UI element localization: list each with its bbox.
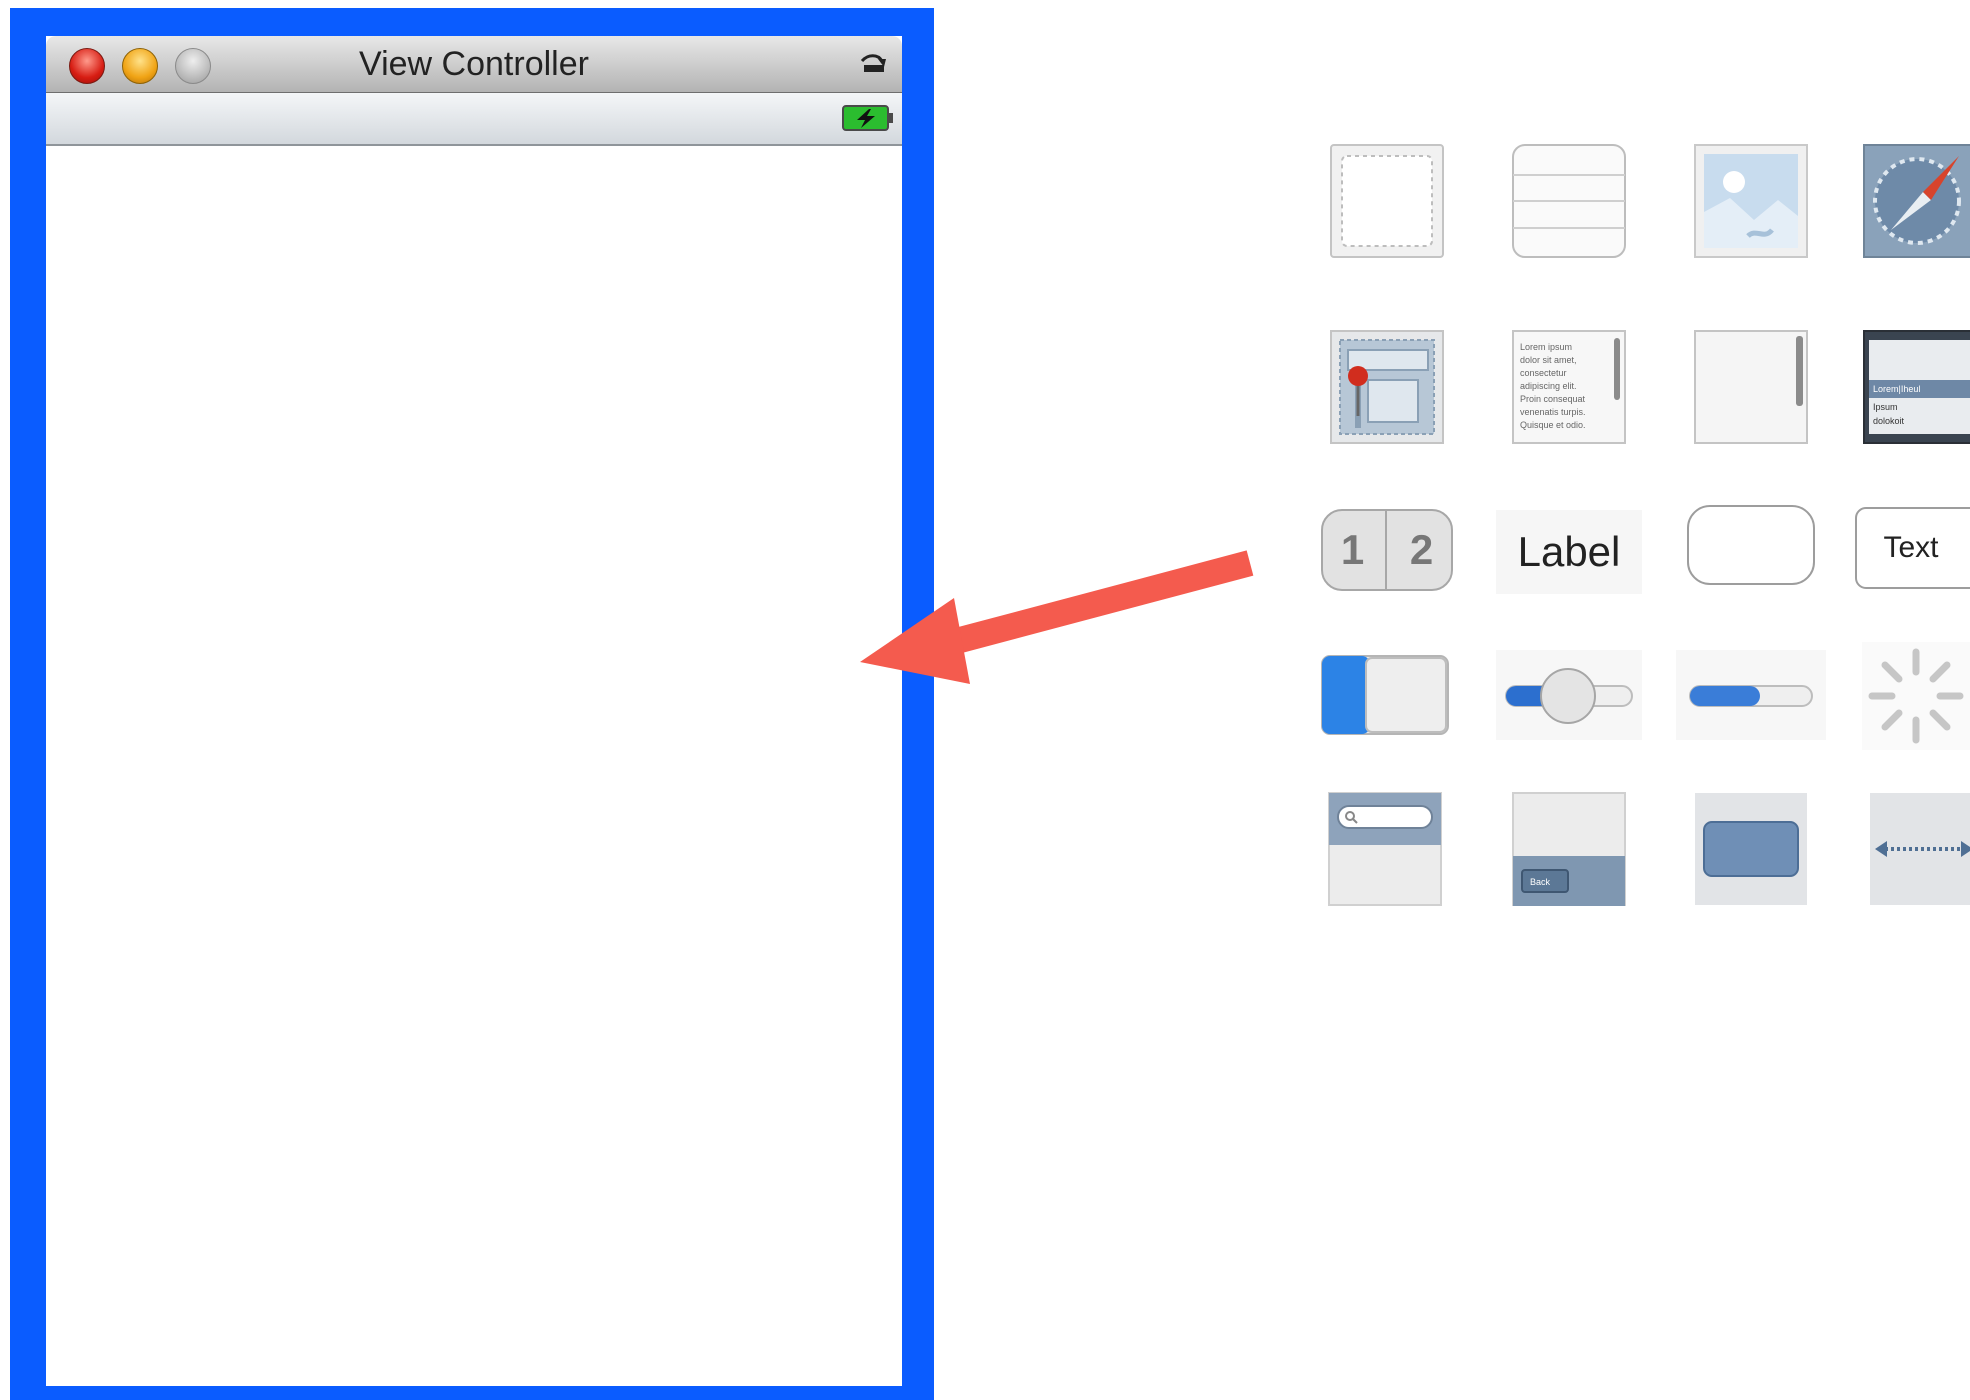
segment-1-label: 1: [1340, 526, 1365, 573]
library-image-view[interactable]: [1692, 142, 1810, 260]
library-bar-button-item[interactable]: [1692, 790, 1810, 908]
library-scroll-content[interactable]: [1692, 328, 1810, 446]
svg-text:venenatis turpis.: venenatis turpis.: [1520, 407, 1586, 417]
library-text-view[interactable]: Lorem ipsum dolor sit amet, consectetur …: [1510, 328, 1628, 446]
svg-text:Quisque et odio.: Quisque et odio.: [1520, 420, 1586, 430]
svg-text:consectetur: consectetur: [1520, 368, 1567, 378]
status-bar: [46, 93, 902, 146]
title-bar[interactable]: View Controller: [46, 36, 902, 93]
library-web-view[interactable]: [1858, 142, 1970, 260]
library-scroll-view[interactable]: [1328, 328, 1446, 446]
view-canvas[interactable]: [46, 146, 902, 1386]
svg-text:Proin consequat: Proin consequat: [1520, 394, 1586, 404]
library-switch[interactable]: [1314, 650, 1456, 740]
library-segmented-control[interactable]: 1 2: [1318, 500, 1456, 600]
library-round-rect-button[interactable]: [1680, 500, 1822, 590]
svg-text:Ipsum: Ipsum: [1873, 402, 1898, 412]
svg-text:Back: Back: [1530, 877, 1551, 887]
svg-text:adipiscing elit.: adipiscing elit.: [1520, 381, 1577, 391]
library-slider[interactable]: [1496, 650, 1642, 740]
library-progress-view[interactable]: [1676, 650, 1826, 740]
library-text-field[interactable]: Text: [1852, 500, 1970, 596]
svg-text:Lorem|Iheul: Lorem|Iheul: [1873, 384, 1920, 394]
svg-text:dolor sit amet,: dolor sit amet,: [1520, 355, 1577, 365]
svg-text:Lorem ipsum: Lorem ipsum: [1520, 342, 1572, 352]
library-activity-indicator[interactable]: [1862, 642, 1970, 750]
view-controller-window[interactable]: View Controller: [46, 36, 902, 1386]
library-flexible-space[interactable]: [1862, 790, 1970, 908]
library-table-view[interactable]: [1510, 142, 1628, 260]
library-label[interactable]: Label: [1496, 510, 1642, 594]
battery-charging-icon: [842, 105, 893, 131]
library-view-object[interactable]: [1328, 142, 1446, 260]
label-object-text: Label: [1517, 528, 1621, 575]
rotate-icon[interactable]: [858, 51, 888, 77]
window-title: View Controller: [359, 45, 589, 83]
svg-text:dolokoit: dolokoit: [1873, 416, 1905, 426]
library-search-bar[interactable]: [1326, 790, 1444, 908]
selection-highlight-frame: View Controller: [10, 8, 934, 1400]
text-field-text: Text: [1883, 531, 1939, 564]
library-navigation-bar[interactable]: Back: [1510, 790, 1628, 908]
segment-2-label: 2: [1409, 526, 1434, 573]
library-picker-view[interactable]: Lorem|Iheul Ipsum dolokoit: [1858, 328, 1970, 446]
